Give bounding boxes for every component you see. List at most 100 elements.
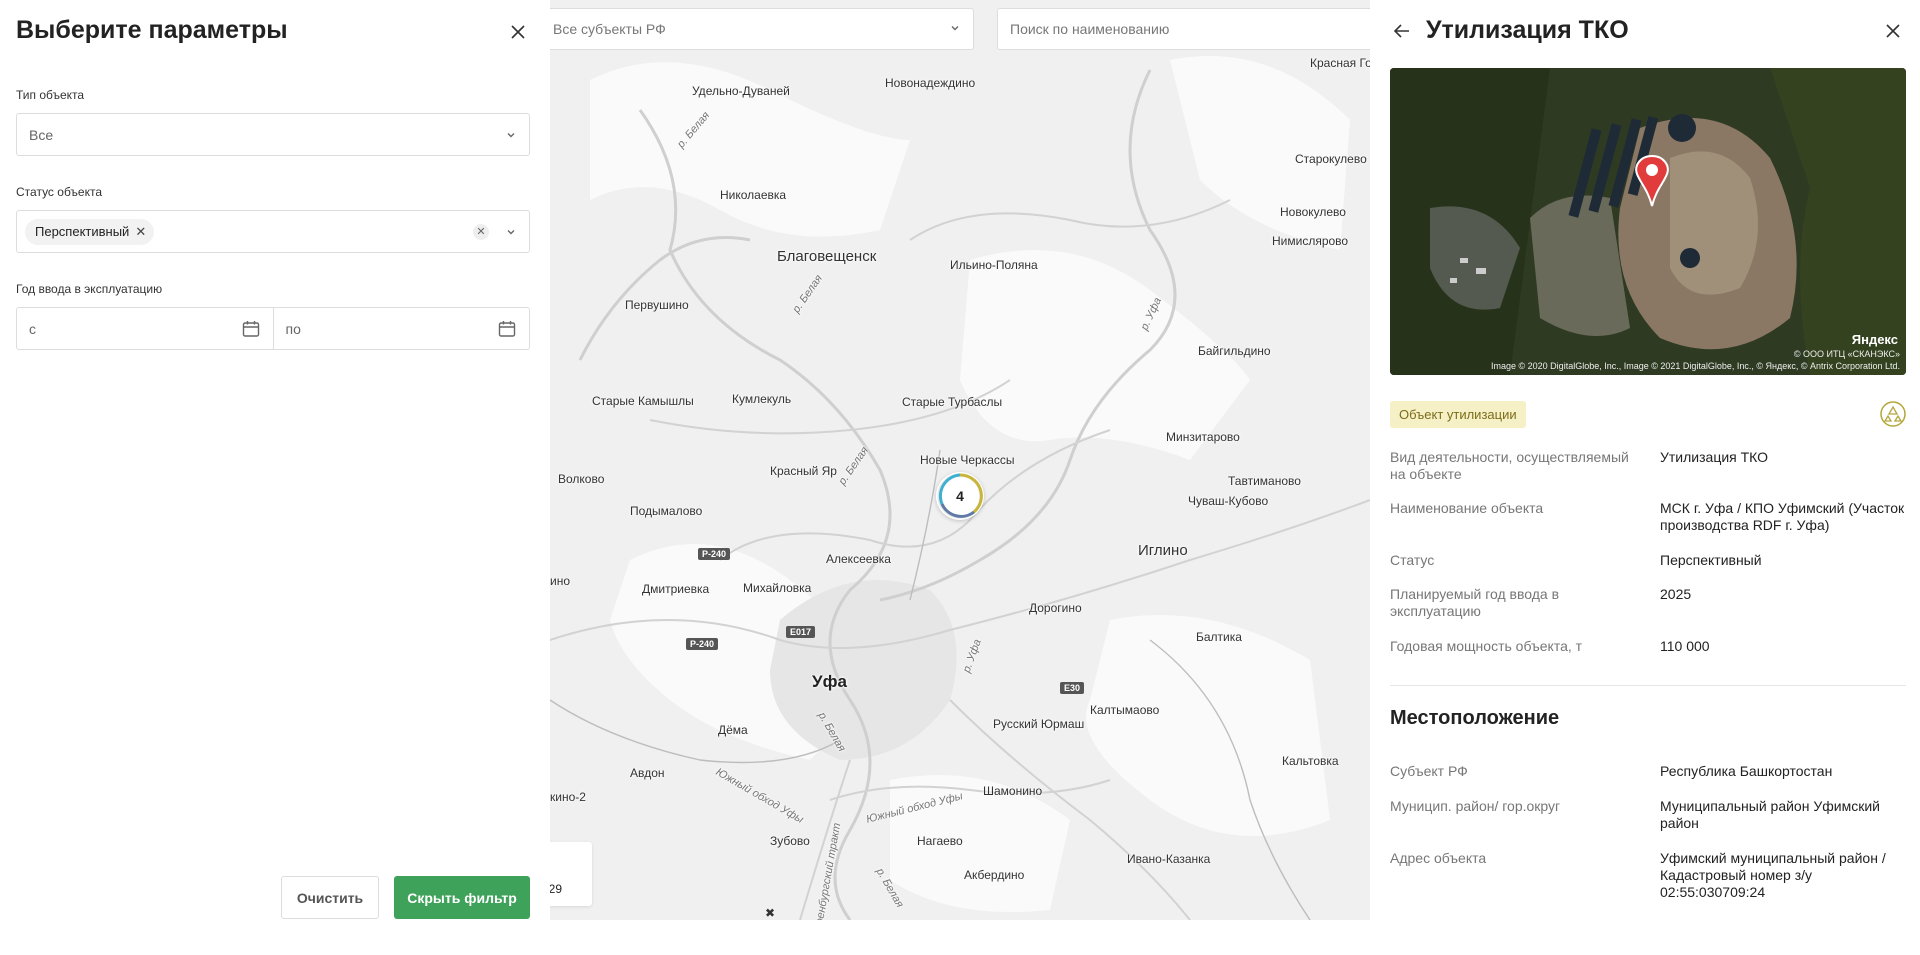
road-shield: Р-240 [698, 548, 731, 560]
type-select-value: Все [29, 126, 54, 143]
filter-title: Выберите параметры [16, 16, 288, 44]
chip-remove-icon[interactable]: ✕ [135, 224, 146, 240]
back-button[interactable] [1390, 19, 1414, 43]
detail-panel: Утилизация ТКО Яндекс © ООО ИТЦ «СКАНЭКС… [1370, 0, 1920, 955]
map-label: Иглино [1138, 542, 1188, 559]
info-label: Вид деятельности, осуществляемый на объе… [1390, 449, 1629, 482]
info-label: Годовая мощность объекта, т [1390, 638, 1583, 654]
map-label: Дорогино [1029, 601, 1082, 615]
year-to-placeholder: по [285, 320, 301, 337]
object-type-badge: Объект утилизации [1390, 401, 1526, 428]
map-label: Ильино-Поляна [950, 258, 1038, 272]
map-label: кино-2 [550, 790, 586, 804]
map-label: Старые Турбаслы [902, 395, 1003, 409]
satellite-photo[interactable]: Яндекс © ООО ИТЦ «СКАНЭКС» Image © 2020 … [1390, 68, 1906, 375]
map-label: Новые Черкассы [920, 453, 1015, 467]
year-range: с по [16, 307, 530, 350]
map-label: Волково [558, 472, 605, 486]
photo-yandex-logo: Яндекс [1851, 332, 1898, 347]
map-label: Николаевка [720, 188, 787, 202]
region-select-value: Все субъекты РФ [553, 21, 666, 37]
location-title: Местоположение [1390, 707, 1560, 729]
map-label: Подымалово [630, 504, 703, 518]
map-label: Нимислярово [1272, 234, 1349, 248]
year-label: Год ввода в эксплуатацию [16, 282, 163, 296]
map-bottom-strip [550, 920, 1370, 955]
road-shield: Р-240 [686, 638, 719, 650]
map-label: Михайловка [743, 581, 812, 595]
satellite-image [1390, 68, 1906, 375]
info-value: 2025 [1660, 586, 1692, 602]
map-pin-icon: ✖ [765, 906, 776, 920]
map-label: Байгильдино [1198, 344, 1271, 358]
map-label: Новокулево [1280, 205, 1346, 219]
map-label: Шамонино [983, 784, 1043, 798]
clear-selection-icon[interactable]: ✕ [473, 223, 489, 240]
map-label: Старокулево [1295, 152, 1367, 166]
info-value: Перспективный [1660, 552, 1762, 568]
year-from-field[interactable]: с [16, 307, 274, 350]
map-label: Красная Горка [1310, 56, 1370, 70]
info-value: Уфимский муниципальный район / Кадастров… [1660, 850, 1886, 900]
map-label: Авдон [630, 766, 665, 780]
calendar-icon[interactable] [241, 319, 261, 339]
map-canvas[interactable]: Удельно-Дуваней Новонадеждино Красная Го… [550, 0, 1370, 920]
chevron-down-icon [949, 21, 961, 37]
search-input[interactable] [997, 8, 1377, 50]
photo-credit: Image © 2020 DigitalGlobe, Inc., Image ©… [1491, 361, 1900, 371]
status-chip: Перспективный ✕ [25, 218, 155, 245]
info-label: Муницип. район/ гор.округ [1390, 798, 1561, 814]
map-label: Ивано-Казанка [1127, 852, 1211, 866]
map-label: Минзитарово [1166, 430, 1240, 444]
map-label: Благовещенск [777, 248, 877, 265]
hide-filter-button[interactable]: Скрыть фильтр [394, 876, 530, 919]
map-label: Алексеевка [826, 552, 891, 566]
map-label: Кальтовка [1282, 754, 1339, 768]
info-label: Статус [1390, 552, 1435, 568]
divider [1390, 685, 1906, 686]
chevron-down-icon [505, 129, 517, 141]
map-label: Чуваш-Кубово [1188, 494, 1269, 508]
close-detail-button[interactable] [1881, 19, 1905, 43]
close-filter-button[interactable] [506, 20, 530, 44]
map-label: Удельно-Дуваней [692, 84, 790, 98]
year-to-field[interactable]: по [273, 307, 530, 350]
clear-filter-button[interactable]: Очистить [281, 876, 379, 919]
map-label: Тавтиманово [1228, 474, 1301, 488]
status-select[interactable]: Перспективный ✕ ✕ [16, 210, 530, 253]
map-label: Красный Яр [770, 464, 837, 478]
chevron-down-icon [505, 226, 517, 238]
info-value: Муниципальный район Уфимский район [1660, 798, 1880, 831]
info-label: Наименование объекта [1390, 500, 1544, 516]
status-chip-label: Перспективный [35, 224, 130, 239]
detail-title: Утилизация ТКО [1426, 16, 1629, 44]
close-icon [511, 25, 525, 39]
map-label: Дмитриевка [642, 582, 710, 596]
region-select[interactable]: Все субъекты РФ [540, 8, 974, 50]
info-value: Республика Башкортостан [1660, 763, 1833, 779]
map-label: Уфа [812, 672, 847, 691]
info-value: МСК г. Уфа / КПО Уфимский (Участок произ… [1660, 500, 1905, 533]
road-shield: E017 [786, 626, 816, 638]
map-label: Новонадеждино [885, 76, 976, 90]
map-label: Русский Юрмаш [993, 717, 1085, 731]
map-label: Акбердино [964, 868, 1025, 882]
close-icon [1886, 24, 1900, 38]
map-label: Старые Камышлы [592, 394, 694, 408]
recycle-icon [1880, 401, 1906, 427]
info-value: 110 000 [1660, 638, 1710, 654]
calendar-icon[interactable] [497, 319, 517, 339]
map-label: Дёма [718, 723, 748, 737]
map-cluster-marker[interactable]: 4 [936, 472, 984, 520]
year-from-placeholder: с [29, 320, 36, 337]
map-label: Зубово [770, 834, 810, 848]
map-label: Калтымаoво [1090, 703, 1160, 717]
map-label: Балтика [1196, 630, 1242, 644]
type-select[interactable]: Все [16, 113, 530, 156]
arrow-left-icon [1393, 24, 1409, 38]
photo-copyright: © ООО ИТЦ «СКАНЭКС» [1793, 349, 1900, 359]
map-label: Кумлекуль [732, 392, 792, 406]
info-value: Утилизация ТКО [1660, 449, 1769, 465]
map-label: Первушино [625, 298, 689, 312]
info-label: Субъект РФ [1390, 763, 1468, 779]
